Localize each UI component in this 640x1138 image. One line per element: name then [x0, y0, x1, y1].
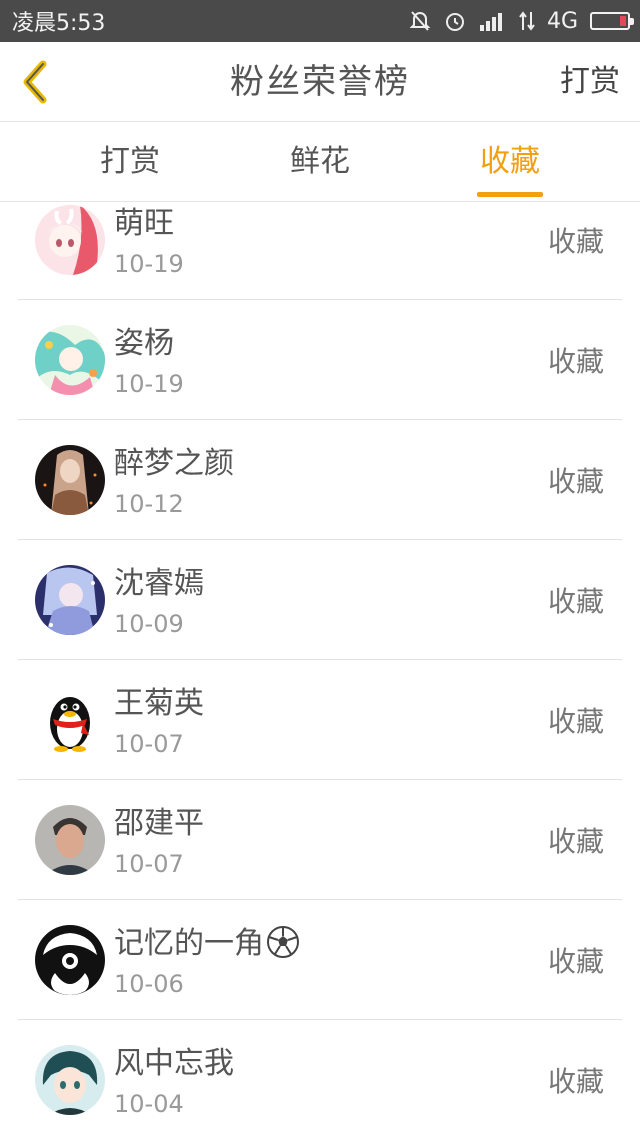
penguin-icon — [35, 685, 105, 755]
alarm-icon — [443, 9, 467, 33]
signal-icon — [479, 11, 507, 31]
list-item[interactable]: 姿杨 10-19 收藏 — [18, 300, 622, 420]
fan-name: 王菊英 — [114, 686, 204, 721]
anime-pink-icon — [35, 205, 105, 275]
list-item[interactable]: 风中忘我 10-04 收藏 — [18, 1020, 622, 1138]
fan-action: 收藏 — [547, 585, 604, 618]
fan-action: 收藏 — [547, 945, 604, 978]
photo-portrait-icon — [35, 805, 105, 875]
fan-list[interactable]: 萌旺 10-19 收藏 姿杨 10-19 收藏 醉梦之颜 10-12 收藏 沈睿… — [0, 203, 640, 1138]
back-button[interactable] — [10, 54, 60, 110]
fan-date: 10-04 — [114, 1090, 184, 1118]
reward-button[interactable]: 打赏 — [560, 42, 620, 122]
tab-reward[interactable]: 打赏 — [70, 122, 190, 202]
fan-date: 10-19 — [114, 250, 184, 278]
fan-action: 收藏 — [547, 825, 604, 858]
fan-date: 10-12 — [114, 490, 184, 518]
fan-name: 姿杨 — [114, 326, 174, 361]
fan-action: 收藏 — [547, 705, 604, 738]
fan-action: 收藏 — [547, 1065, 604, 1098]
fan-date: 10-07 — [114, 730, 184, 758]
active-tab-indicator — [477, 192, 543, 197]
tab-bar: 打赏 鲜花 收藏 — [0, 122, 640, 202]
fan-date: 10-19 — [114, 370, 184, 398]
status-time: 凌晨5:53 — [12, 11, 106, 36]
fan-date: 10-07 — [114, 850, 184, 878]
fan-action: 收藏 — [547, 465, 604, 498]
fan-name: 邵建平 — [114, 806, 204, 841]
fan-name-text: 记忆的一角 — [114, 926, 264, 961]
dark-portrait-icon — [35, 445, 105, 515]
status-bar: 凌晨5:53 4G — [0, 0, 640, 42]
soccer-ball-icon — [266, 925, 300, 967]
fan-action: 收藏 — [547, 225, 604, 258]
chevron-left-icon — [23, 60, 47, 104]
list-item[interactable]: 醉梦之颜 10-12 收藏 — [18, 420, 622, 540]
data-transfer-icon — [519, 10, 535, 32]
tab-flowers[interactable]: 鲜花 — [260, 122, 380, 202]
fan-name: 风中忘我 — [114, 1046, 234, 1081]
status-icons: 4G — [409, 8, 634, 34]
header: 粉丝荣誉榜 打赏 — [0, 42, 640, 122]
list-item[interactable]: 记忆的一角 10-06 收藏 — [18, 900, 622, 1020]
list-item[interactable]: 萌旺 10-19 收藏 — [18, 203, 622, 300]
battery-icon — [590, 12, 634, 30]
fan-date: 10-06 — [114, 970, 184, 998]
bw-logo-icon — [35, 925, 105, 995]
anime-teal-icon — [35, 325, 105, 395]
list-item[interactable]: 王菊英 10-07 收藏 — [18, 660, 622, 780]
fan-name: 沈睿嫣 — [114, 566, 204, 601]
tab-favorites[interactable]: 收藏 — [450, 122, 570, 202]
bell-muted-icon — [409, 10, 431, 32]
fan-name: 萌旺 — [114, 206, 174, 241]
list-item[interactable]: 沈睿嫣 10-09 收藏 — [18, 540, 622, 660]
anime-blue-icon — [35, 565, 105, 635]
network-type: 4G — [546, 8, 578, 34]
anime-boy-icon — [35, 1045, 105, 1115]
fan-name: 醉梦之颜 — [114, 446, 234, 481]
fan-date: 10-09 — [114, 610, 184, 638]
fan-action: 收藏 — [547, 345, 604, 378]
fan-name: 记忆的一角 — [114, 918, 300, 967]
list-item[interactable]: 邵建平 10-07 收藏 — [18, 780, 622, 900]
page-title: 粉丝荣誉榜 — [230, 62, 410, 102]
